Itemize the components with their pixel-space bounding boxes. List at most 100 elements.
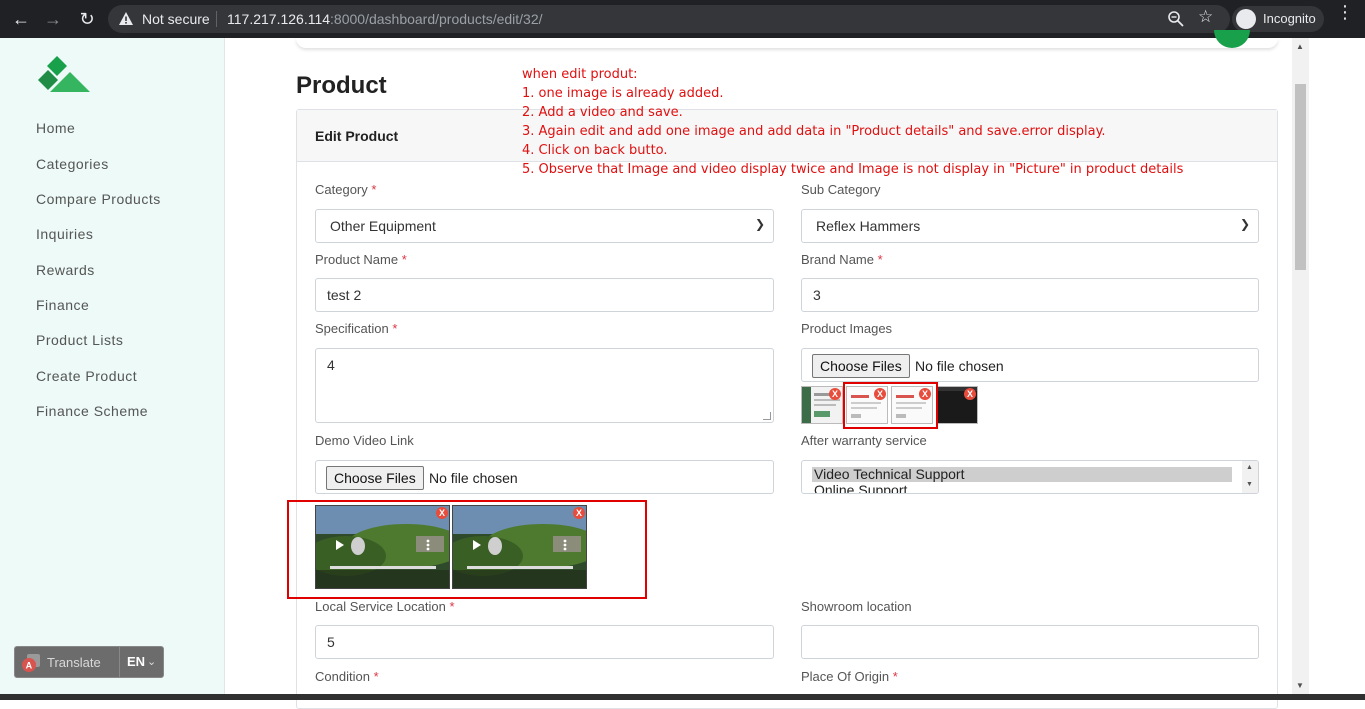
brand-name-input[interactable]: 3 — [801, 278, 1259, 312]
translate-label: Translate — [47, 655, 101, 670]
remove-image-icon[interactable]: X — [964, 388, 976, 400]
choose-files-button[interactable]: Choose Files — [326, 466, 424, 490]
annotation-line: when edit produt: — [522, 67, 638, 82]
brand-name-label-text: Brand Name — [801, 252, 874, 267]
svg-text:A: A — [26, 661, 33, 671]
product-name-label: Product Name * — [315, 252, 407, 267]
zoom-icon[interactable] — [1166, 9, 1186, 29]
back-arrow-icon[interactable]: ← — [8, 6, 34, 32]
product-name-input[interactable]: test 2 — [315, 278, 774, 312]
image-thumbnail: X — [936, 386, 978, 424]
condition-label-text: Condition — [315, 669, 370, 684]
annotation-line: 4. Click on back butto. — [522, 143, 668, 158]
origin-label: Place Of Origin * — [801, 669, 898, 684]
resize-grip-icon[interactable] — [763, 412, 771, 420]
required-marker: * — [877, 252, 883, 267]
translate-icon: A — [22, 654, 40, 672]
page-title: Product — [296, 72, 387, 99]
chevron-down-icon: ❯ — [1239, 217, 1250, 231]
product-name-label-text: Product Name — [315, 252, 399, 267]
url-host: 117.217.126.114 — [227, 11, 331, 27]
sidebar-item-product-lists[interactable]: Product Lists — [36, 332, 123, 348]
warranty-listbox[interactable]: Video Technical Support Online Support ▲… — [801, 460, 1259, 494]
warranty-option-online[interactable]: Online Support — [812, 483, 1232, 494]
required-marker: * — [401, 252, 407, 267]
forward-arrow-icon[interactable]: → — [40, 6, 66, 32]
warning-icon — [119, 12, 133, 25]
warranty-label: After warranty service — [801, 433, 927, 448]
brand-name-label: Brand Name * — [801, 252, 883, 267]
local-service-input[interactable]: 5 — [315, 625, 774, 659]
incognito-label: Incognito — [1263, 11, 1316, 26]
scroll-up-icon[interactable]: ▲ — [1246, 464, 1253, 471]
incognito-badge[interactable]: Incognito — [1232, 6, 1324, 32]
chevron-down-icon: ❯ — [754, 217, 765, 231]
scroll-down-icon[interactable]: ▼ — [1296, 681, 1304, 690]
required-marker: * — [373, 669, 379, 684]
os-taskbar — [0, 694, 1365, 700]
bookmark-star-icon[interactable]: ☆ — [1198, 7, 1213, 27]
warranty-option-video[interactable]: Video Technical Support — [812, 467, 1232, 482]
demo-video-label: Demo Video Link — [315, 433, 414, 448]
sidebar-item-categories[interactable]: Categories — [36, 156, 109, 172]
sidebar-item-rewards[interactable]: Rewards — [36, 262, 95, 278]
top-search-card — [296, 38, 1278, 48]
translate-divider — [119, 647, 120, 677]
annotation-line: 3. Again edit and add one image and add … — [522, 124, 1106, 139]
address-bar[interactable]: Not secure 117.217.126.114:8000/dashboar… — [108, 5, 1230, 33]
annotation-line: 2. Add a video and save. — [522, 105, 683, 120]
annotation-highlight-videos — [287, 500, 647, 599]
sub-category-label: Sub Category — [801, 182, 881, 197]
required-marker: * — [892, 669, 898, 684]
browser-toolbar: ← → ↻ Not secure 117.217.126.114:8000/da… — [0, 0, 1365, 38]
category-label-text: Category — [315, 182, 368, 197]
no-file-text: No file chosen — [429, 470, 518, 486]
security-status[interactable]: Not secure — [142, 11, 210, 27]
category-value: Other Equipment — [330, 218, 436, 234]
scrollbar-thumb[interactable] — [1295, 84, 1306, 270]
sidebar-item-create-product[interactable]: Create Product — [36, 368, 137, 384]
card-title: Edit Product — [315, 128, 399, 144]
chevron-down-icon[interactable]: ⌄ — [147, 655, 156, 668]
sidebar-item-finance-scheme[interactable]: Finance Scheme — [36, 403, 148, 419]
specification-textarea[interactable]: 4 — [315, 348, 774, 423]
annotation-line: 5. Observe that Image and video display … — [522, 162, 1184, 177]
annotation-highlight-images — [843, 382, 938, 429]
showroom-input[interactable] — [801, 625, 1259, 659]
local-service-label-text: Local Service Location — [315, 599, 446, 614]
listbox-scrollbar[interactable]: ▲ ▼ — [1242, 461, 1258, 493]
category-select[interactable]: Other Equipment ❯ — [315, 209, 774, 243]
sub-category-select[interactable]: Reflex Hammers ❯ — [801, 209, 1259, 243]
page-scrollbar[interactable]: ▲ ▼ — [1292, 38, 1309, 700]
sidebar-item-finance[interactable]: Finance — [36, 297, 89, 313]
image-thumbnail: X — [801, 386, 843, 424]
sub-category-value: Reflex Hammers — [816, 218, 921, 234]
translate-widget[interactable]: A Translate EN ⌄ — [14, 646, 164, 678]
scroll-down-icon[interactable]: ▼ — [1246, 481, 1253, 488]
demo-video-file-input[interactable]: Choose Files No file chosen — [315, 460, 774, 494]
sidebar-item-compare-products[interactable]: Compare Products — [36, 191, 161, 207]
url-path: :8000/dashboard/products/edit/32/ — [330, 11, 543, 27]
no-file-text: No file chosen — [915, 358, 1004, 374]
local-service-label: Local Service Location * — [315, 599, 455, 614]
sidebar-item-home[interactable]: Home — [36, 120, 75, 136]
condition-label: Condition * — [315, 669, 379, 684]
choose-files-button[interactable]: Choose Files — [812, 354, 910, 378]
incognito-icon — [1236, 9, 1256, 29]
category-label: Category * — [315, 182, 376, 197]
required-marker: * — [371, 182, 377, 197]
scroll-up-icon[interactable]: ▲ — [1296, 42, 1304, 51]
reload-icon[interactable]: ↻ — [74, 6, 100, 32]
language-code[interactable]: EN — [127, 654, 145, 669]
sidebar: Home Categories Compare Products Inquiri… — [0, 38, 225, 700]
sidebar-item-inquiries[interactable]: Inquiries — [36, 226, 93, 242]
product-images-file-input[interactable]: Choose Files No file chosen — [801, 348, 1259, 382]
required-marker: * — [449, 599, 455, 614]
remove-image-icon[interactable]: X — [829, 388, 841, 400]
url-text[interactable]: 117.217.126.114:8000/dashboard/products/… — [227, 11, 543, 27]
origin-label-text: Place Of Origin — [801, 669, 890, 684]
showroom-label: Showroom location — [801, 599, 912, 614]
specification-value: 4 — [327, 357, 335, 373]
required-marker: * — [392, 321, 398, 336]
browser-menu-icon[interactable]: ⋮ — [1336, 3, 1354, 21]
